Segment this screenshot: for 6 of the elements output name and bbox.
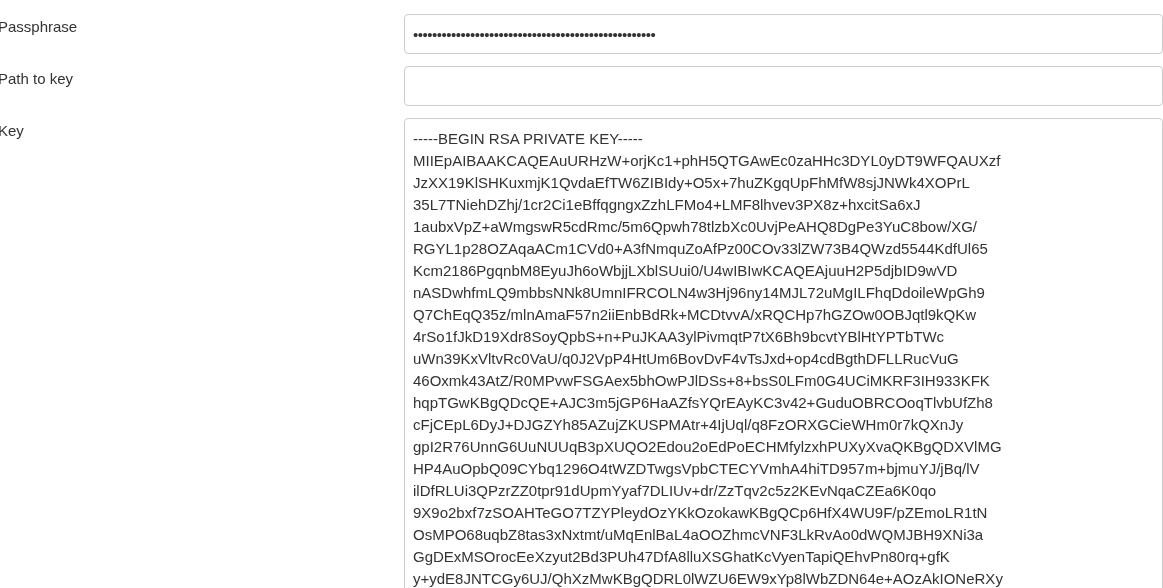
key-text-area[interactable]: -----BEGIN RSA PRIVATE KEY----- MIIEpAIBAAKCAQEAuURHzW+orjKc1+phH5QTGAwEc0zaHHc3DYL0yDT9WFQAUXzf JzXX19KlSHKuxmjK1QvdaEfTW6ZIBIdy+O5x+7huZKgqUpFhMfW8sjJNWk4XOPrL 35L7TNiehDZhj/1cr2Ci1eBffqgngxZzhLFMo4+LMF8lhvev3PX8z+hxcitSa6xJ 1aubxVpZ+aWmgswR5cdRmc/5m6Qpwh78tlzbXc0UvjPeAHQ8DgPe3YuC8bow/XG/ RGYL1p28OZAqaACm1CVd0+A3fNmquZoAfPz00COv33lZW73B4QWzd5544KdfUl65 Kcm2186PgqnbM8EyuJh6oWbjjLXblSUui0/U4wIBIwKCAQEAjuuH2P5djbID9wVD nASDwhfmLQ9mbbsNNk8UmnIFRCOLN4w3Hj96ny14MJL72uMgILFhqDdoileWpGh9 Q7ChEqQ35z/mlnAmaF57n2iiEnbBdRk+MCDtvvA/xRQCHp7hGZOw0OBJqtl9kQKw 4rSo1fJkD19Xdr8SoyQpbS+n+PuJKAA3ylPivmqtP7tX6Bh9bcvtYBlHtYPTbTWc uWn39KxVltvRc0VaU/q0J2VpP4HtUm6BovDvF4vTsJxd+op4cdBgthDFLLRucVuG 46Oxmk43AtZ/R0MPvwFSGAex5bhOwPJlDSs+8+bsS0LFm0G4UCiMKRF3IH933KFK hqpTGwKBgQDcQE+AJC3m5jGP6HaAZfsYQrEAyKC3v42+GuduOBRCOoqTlvbUfZh8 cFjCEpL6DyJ+DJGZYh85AZujZKUSPMAtr+4IjUql/q8FzORXGCieWHm0r7kQXnJy gpI2R76UnnG6UuNUUqB3pXUQO2Edou2oEdPoECHMfylzxhPUXyXvaQKBgQDXVlMG HP4AuOpbQ09CYbq1296O4tWZDTwgsVpbCTECYVmhA4hiTD957m+bjmuYJ/jBq/lV ilDfRLUi3QPzrZZ0tpr91dUpmYyaf7DLIUv+dr/ZzTqv2c5z2KEvNqaCZEa6K0qo 9X9o2bxf7zSOAHTeGO7TZYPleydOzYKkOzokawKBgQCp6HfX4WU9F/pZEmoLR1tN OsMPO68uqbZ8tas3xNxtmt/uMqEnlBaL4aOOZhmcVNF3LkRvAo0dWQMJBH9XNi3a GgDExMSOrocEeXzyut2Bd3PUh47DfA8lluXSGhatKcVyenTapiQEhvPn80rq+gfK y+ydE8JNTCGy6UJ/QhXzMwKBgQDRL0lWZU6EW9xYp8lWbZDN64e+AOzAkIONeRXy bbox=[404, 118, 1163, 588]
input-field[interactable] bbox=[404, 66, 1163, 106]
input-field[interactable]: ••••••••••••••••••••••••••••••••••••••••••••••••••• bbox=[404, 14, 1163, 54]
field-label: Path to key bbox=[0, 69, 75, 89]
field-label: Key bbox=[0, 121, 25, 141]
field-label: Passphrase bbox=[0, 17, 79, 37]
